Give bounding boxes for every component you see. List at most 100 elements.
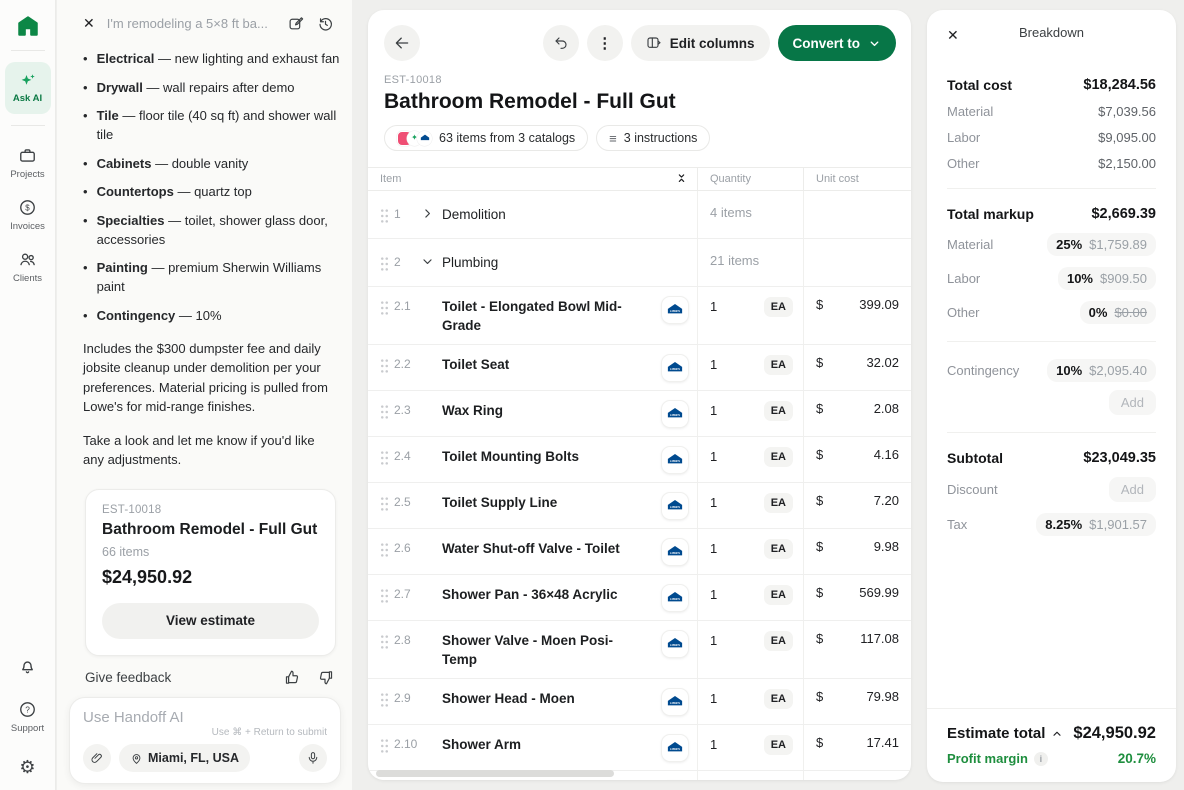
- unit-badge[interactable]: EA: [764, 585, 793, 605]
- undo-button[interactable]: [543, 25, 579, 61]
- table-row[interactable]: 2 Plumbing 21 items: [368, 239, 911, 287]
- edit-columns-button[interactable]: Edit columns: [631, 25, 770, 61]
- drag-handle-icon[interactable]: [380, 358, 394, 374]
- table-row[interactable]: 2.10 Shower Arm LOWE'S 1 EA $ 17.41: [368, 725, 911, 771]
- item-name[interactable]: Plumbing: [442, 253, 498, 272]
- markup-pill[interactable]: 10%$909.50: [1058, 267, 1156, 290]
- thumbs-up-icon[interactable]: [284, 669, 301, 686]
- convert-to-button[interactable]: Convert to: [778, 25, 897, 61]
- unit-badge[interactable]: EA: [764, 735, 793, 755]
- lowes-supplier-badge[interactable]: LOWE'S: [662, 355, 688, 381]
- item-name[interactable]: Shower Valve - Moen Posi-Temp: [442, 631, 628, 669]
- close-chat-icon[interactable]: ✕: [83, 15, 95, 32]
- history-icon[interactable]: [317, 15, 334, 32]
- unit-badge[interactable]: EA: [764, 355, 793, 375]
- item-name[interactable]: Toilet - Elongated Bowl Mid-Grade: [442, 297, 628, 335]
- quantity-value[interactable]: 1: [710, 495, 717, 510]
- table-row[interactable]: 2.5 Toilet Supply Line LOWE'S 1 EA $ 7.2…: [368, 483, 911, 529]
- estimate-total-toggle[interactable]: Estimate total: [947, 725, 1063, 742]
- drag-handle-icon[interactable]: [380, 208, 394, 224]
- drag-handle-icon[interactable]: [380, 738, 394, 754]
- chat-input-placeholder[interactable]: Use Handoff AI: [83, 709, 327, 726]
- table-row[interactable]: 2.9 Shower Head - Moen LOWE'S 1 EA $ 79.…: [368, 679, 911, 725]
- group-chevron-icon[interactable]: [421, 255, 442, 268]
- chat-input-box[interactable]: Use Handoff AI Use ⌘ + Return to submit …: [69, 697, 341, 784]
- table-row[interactable]: 2.3 Wax Ring LOWE'S 1 EA $ 2.08: [368, 391, 911, 437]
- notifications-bell-icon[interactable]: [18, 657, 37, 676]
- back-button[interactable]: [384, 25, 420, 61]
- item-name[interactable]: Shower Pan - 36×48 Acrylic: [442, 585, 617, 604]
- lowes-supplier-badge[interactable]: LOWE'S: [662, 447, 688, 473]
- sidebar-item-support[interactable]: ? Support: [11, 700, 44, 734]
- unit-cost-value[interactable]: 569.99: [859, 585, 899, 600]
- unit-cost-value[interactable]: 79.98: [866, 689, 899, 704]
- collapse-rows-icon[interactable]: [675, 173, 688, 186]
- lowes-supplier-badge[interactable]: LOWE'S: [662, 493, 688, 519]
- discount-add-button[interactable]: Add: [1109, 477, 1156, 502]
- quantity-value[interactable]: 1: [710, 299, 717, 314]
- more-options-button[interactable]: ⋮: [587, 25, 623, 61]
- unit-cost-value[interactable]: 7.20: [874, 493, 899, 508]
- microphone-button[interactable]: [299, 744, 327, 772]
- table-row[interactable]: 2.8 Shower Valve - Moen Posi-Temp LOWE'S…: [368, 621, 911, 679]
- lowes-supplier-badge[interactable]: LOWE'S: [662, 735, 688, 761]
- item-name[interactable]: Wax Ring: [442, 401, 503, 420]
- gear-icon[interactable]: ⚙: [19, 758, 35, 776]
- unit-cost-value[interactable]: 117.08: [860, 631, 899, 646]
- sidebar-item-clients[interactable]: Clients: [13, 250, 42, 284]
- lowes-supplier-badge[interactable]: LOWE'S: [662, 401, 688, 427]
- drag-handle-icon[interactable]: [380, 450, 394, 466]
- column-header-item[interactable]: Item: [368, 168, 697, 190]
- markup-pill[interactable]: 0%$0.00: [1080, 301, 1156, 324]
- table-row[interactable]: 2.7 Shower Pan - 36×48 Acrylic LOWE'S 1 …: [368, 575, 911, 621]
- item-name[interactable]: Toilet Mounting Bolts: [442, 447, 579, 466]
- contingency-add-button[interactable]: Add: [1109, 390, 1156, 415]
- unit-badge[interactable]: EA: [764, 689, 793, 709]
- markup-pill[interactable]: 25%$1,759.89: [1047, 233, 1156, 256]
- table-row[interactable]: 1 Demolition 4 items: [368, 191, 911, 239]
- unit-badge[interactable]: EA: [764, 401, 793, 421]
- compose-icon[interactable]: [288, 15, 305, 32]
- info-icon[interactable]: i: [1034, 752, 1048, 766]
- catalogs-badge[interactable]: ✦ 63 items from 3 catalogs: [384, 125, 588, 151]
- unit-badge[interactable]: EA: [764, 493, 793, 513]
- sidebar-item-ask-ai[interactable]: Ask AI: [5, 62, 51, 114]
- drag-handle-icon[interactable]: [380, 300, 394, 316]
- drag-handle-icon[interactable]: [380, 496, 394, 512]
- sidebar-item-projects[interactable]: Projects: [10, 146, 44, 180]
- item-name[interactable]: Shower Arm: [442, 735, 521, 754]
- lowes-supplier-badge[interactable]: LOWE'S: [662, 585, 688, 611]
- instructions-badge[interactable]: ≡ 3 instructions: [596, 125, 710, 151]
- lowes-supplier-badge[interactable]: LOWE'S: [662, 689, 688, 715]
- lowes-supplier-badge[interactable]: LOWE'S: [662, 297, 688, 323]
- horizontal-scrollbar[interactable]: [376, 770, 614, 777]
- column-header-unit-cost[interactable]: Unit cost: [803, 168, 911, 190]
- estimate-summary-card[interactable]: EST-10018 Bathroom Remodel - Full Gut 66…: [85, 489, 336, 656]
- unit-cost-value[interactable]: 399.09: [859, 297, 899, 312]
- unit-cost-value[interactable]: 9.98: [874, 539, 899, 554]
- unit-badge[interactable]: EA: [764, 539, 793, 559]
- unit-badge[interactable]: EA: [764, 297, 793, 317]
- quantity-value[interactable]: 1: [710, 403, 717, 418]
- item-name[interactable]: Demolition: [442, 205, 506, 224]
- group-chevron-icon[interactable]: [421, 207, 442, 220]
- item-name[interactable]: Toilet Supply Line: [442, 493, 557, 512]
- unit-cost-value[interactable]: 32.02: [866, 355, 899, 370]
- unit-badge[interactable]: EA: [764, 631, 793, 651]
- quantity-value[interactable]: 1: [710, 633, 717, 648]
- column-header-quantity[interactable]: Quantity: [697, 168, 803, 190]
- drag-handle-icon[interactable]: [380, 256, 394, 272]
- attachment-button[interactable]: [83, 744, 111, 772]
- unit-cost-value[interactable]: 17.41: [866, 735, 899, 750]
- thumbs-down-icon[interactable]: [317, 669, 334, 686]
- table-row[interactable]: 2.4 Toilet Mounting Bolts LOWE'S 1 EA $ …: [368, 437, 911, 483]
- item-name[interactable]: Shower Head - Moen: [442, 689, 575, 708]
- lowes-supplier-badge[interactable]: LOWE'S: [662, 539, 688, 565]
- quantity-value[interactable]: 1: [710, 587, 717, 602]
- drag-handle-icon[interactable]: [380, 588, 394, 604]
- lowes-supplier-badge[interactable]: LOWE'S: [662, 631, 688, 657]
- sidebar-item-invoices[interactable]: $ Invoices: [10, 198, 45, 232]
- quantity-value[interactable]: 1: [710, 691, 717, 706]
- location-chip[interactable]: Miami, FL, USA: [119, 744, 250, 772]
- item-name[interactable]: Toilet Seat: [442, 355, 509, 374]
